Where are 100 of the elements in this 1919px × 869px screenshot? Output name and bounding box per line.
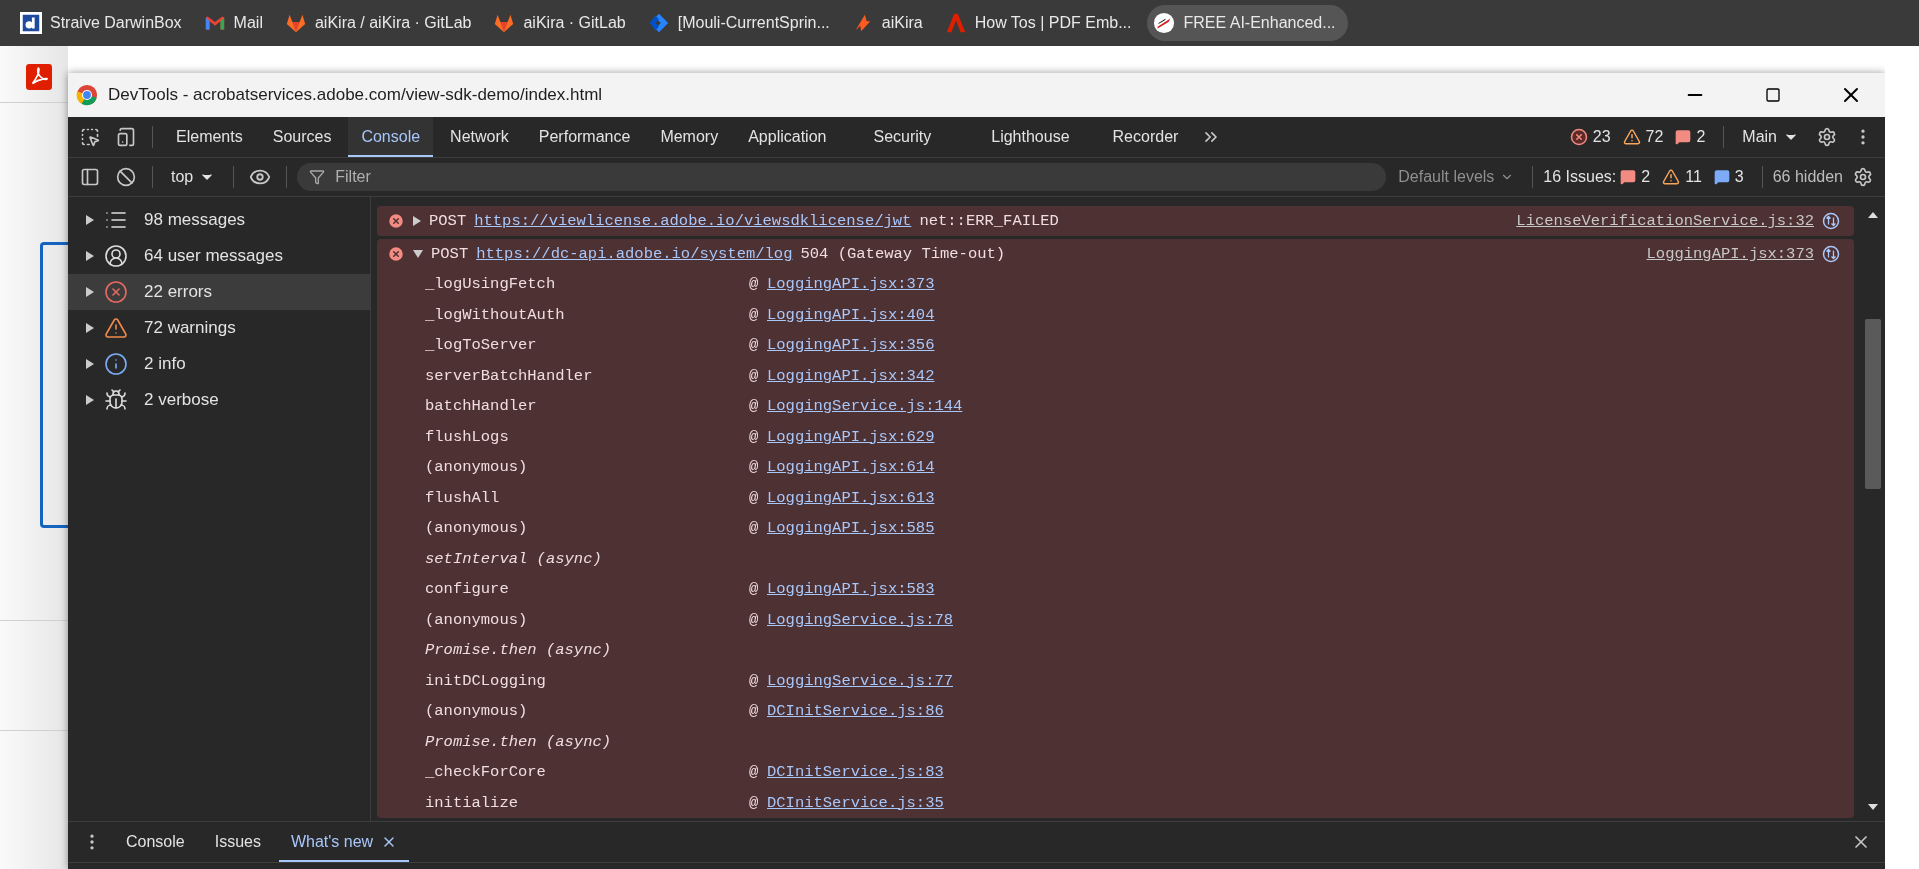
stack-link[interactable]: LoggingAPI.jsx:613 <box>767 488 935 507</box>
at-sign: @ <box>749 671 760 690</box>
scroll-up-icon[interactable] <box>1867 211 1878 219</box>
stack-link[interactable]: LoggingService.js:77 <box>767 671 954 690</box>
stack-link[interactable]: LoggingAPI.jsx:614 <box>767 458 935 477</box>
network-request-icon[interactable] <box>1822 245 1840 263</box>
panel-tab[interactable]: Elements <box>163 117 256 157</box>
counter-badge[interactable]: 72 <box>1622 128 1664 146</box>
drawer-tab[interactable]: Issues <box>202 822 273 862</box>
error-icon <box>104 280 128 304</box>
stack-function: _logWithoutAuth <box>425 305 566 324</box>
bookmark[interactable]: How Tos | PDF Emb... <box>938 5 1144 41</box>
sidebar-item[interactable]: 2 info <box>68 346 370 382</box>
issue-icon <box>1675 129 1692 145</box>
at-sign: @ <box>749 305 760 324</box>
bookmark[interactable]: FREE AI-Enhanced... <box>1147 5 1348 41</box>
panel-tab[interactable]: Memory <box>647 117 732 157</box>
stack-link[interactable]: LoggingAPI.jsx:404 <box>767 305 935 324</box>
browser-logo-icon <box>76 84 98 106</box>
expand-arrow-icon[interactable] <box>413 250 423 258</box>
stack-function: initDCLogging <box>425 671 547 690</box>
at-sign: @ <box>749 580 760 599</box>
scrollbar-thumb[interactable] <box>1864 319 1881 489</box>
panel-tab[interactable]: Sources <box>259 117 345 157</box>
info-icon <box>104 352 128 376</box>
context-dropdown[interactable]: top <box>163 162 224 192</box>
slash-logo-icon <box>1153 12 1176 34</box>
bookmark[interactable]: aiKira · GitLab <box>487 5 638 41</box>
sidebar-item[interactable]: 72 warnings <box>68 310 370 346</box>
request-url[interactable]: https://viewlicense.adobe.io/viewsdklicense/jwt <box>474 212 912 230</box>
stack-function: serverBatchHandler <box>425 366 594 385</box>
bookmark[interactable]: Mail <box>197 5 275 41</box>
target-dropdown[interactable]: Main <box>1734 122 1807 152</box>
error-icon <box>387 212 405 230</box>
panel-tab[interactable]: Application <box>735 117 840 157</box>
stack-link[interactable]: LoggingAPI.jsx:629 <box>767 427 935 446</box>
panel-tab[interactable]: Performance <box>525 117 644 157</box>
at-sign: @ <box>749 397 760 416</box>
stack-function: flushLogs <box>425 427 510 446</box>
expand-arrow-icon[interactable] <box>86 323 94 333</box>
request-method: POST <box>429 212 467 230</box>
sidebar-item[interactable]: 2 verbose <box>68 382 370 418</box>
panel-tab[interactable]: Security <box>843 117 962 157</box>
stack-link[interactable]: LoggingAPI.jsx:373 <box>767 275 935 294</box>
levels-dropdown[interactable]: Default levels <box>1390 162 1523 192</box>
sidebar-item[interactable]: 98 messages <box>68 202 370 238</box>
request-url[interactable]: https://dc-api.adobe.io/system/log <box>476 245 793 263</box>
stack-link[interactable]: DCInitService.js:35 <box>767 793 944 812</box>
maximize-icon[interactable] <box>1765 87 1781 103</box>
request-method: POST <box>431 245 469 263</box>
stack-link[interactable]: LoggingService.js:78 <box>767 610 954 629</box>
stack-link[interactable]: LoggingAPI.jsx:356 <box>767 336 935 355</box>
stack-function: batchHandler <box>425 397 538 416</box>
info-message-icon <box>1713 169 1730 185</box>
panel-tab[interactable]: Console <box>348 117 434 157</box>
panel-tab[interactable]: Network <box>437 117 522 157</box>
stack-link[interactable]: LoggingService.js:144 <box>767 397 963 416</box>
scroll-down-icon[interactable] <box>1867 803 1878 811</box>
stack-link[interactable]: DCInitService.js:86 <box>767 702 944 721</box>
at-sign: @ <box>749 366 760 385</box>
panel-tab[interactable]: Recorder <box>1099 117 1192 157</box>
sidebar-item[interactable]: 22 errors <box>68 274 370 310</box>
error-detail: 504 (Gateway Time-out) <box>800 245 1006 263</box>
issue-count[interactable]: 2 <box>1620 168 1651 186</box>
network-request-icon[interactable] <box>1822 212 1840 230</box>
expand-arrow-icon[interactable] <box>86 251 94 261</box>
bookmark[interactable]: aiKira / aiKira · GitLab <box>278 5 484 41</box>
expand-arrow-icon[interactable] <box>86 395 94 405</box>
at-sign: @ <box>749 488 760 507</box>
issue-count[interactable]: 3 <box>1713 168 1744 186</box>
expand-arrow-icon[interactable] <box>413 216 421 226</box>
sidebar-item[interactable]: 64 user messages <box>68 238 370 274</box>
pdf-logo-icon <box>26 64 52 90</box>
bookmark[interactable]: Straive DarwinBox <box>14 5 194 41</box>
fox-logo-icon <box>493 12 516 34</box>
bookmark[interactable]: [Mouli-CurrentSprin... <box>641 5 842 41</box>
bug-icon <box>104 388 128 412</box>
stack-function: _logToServer <box>425 336 538 355</box>
filter-field[interactable]: Filter <box>297 163 1387 191</box>
stack-link[interactable]: LoggingAPI.jsx:583 <box>767 580 935 599</box>
stack-function: (anonymous) <box>425 519 529 538</box>
expand-arrow-icon[interactable] <box>86 287 94 297</box>
at-sign: @ <box>749 336 760 355</box>
stack-function: _checkForCore <box>425 763 547 782</box>
bookmark[interactable]: aiKira <box>845 5 935 41</box>
stack-link[interactable]: DCInitService.js:83 <box>767 763 944 782</box>
panel-tab[interactable]: Lighthouse <box>965 117 1096 157</box>
expand-arrow-icon[interactable] <box>86 215 94 225</box>
error-icon <box>387 245 405 263</box>
at-sign: @ <box>749 702 760 721</box>
stack-link[interactable]: LoggingAPI.jsx:342 <box>767 366 935 385</box>
drawer-tab[interactable]: Console <box>114 822 197 862</box>
counter-badge[interactable]: 23 <box>1569 128 1611 146</box>
source-link[interactable]: LoggingAPI.jsx:373 <box>1646 245 1814 263</box>
stack-link[interactable]: LoggingAPI.jsx:585 <box>767 519 935 538</box>
issue-count[interactable]: 11 <box>1662 168 1702 186</box>
expand-arrow-icon[interactable] <box>86 359 94 369</box>
counter-badge[interactable]: 2 <box>1675 128 1706 146</box>
drawer-tab[interactable]: What's new <box>278 822 410 862</box>
source-link[interactable]: LicenseVerificationService.js:32 <box>1516 212 1814 230</box>
